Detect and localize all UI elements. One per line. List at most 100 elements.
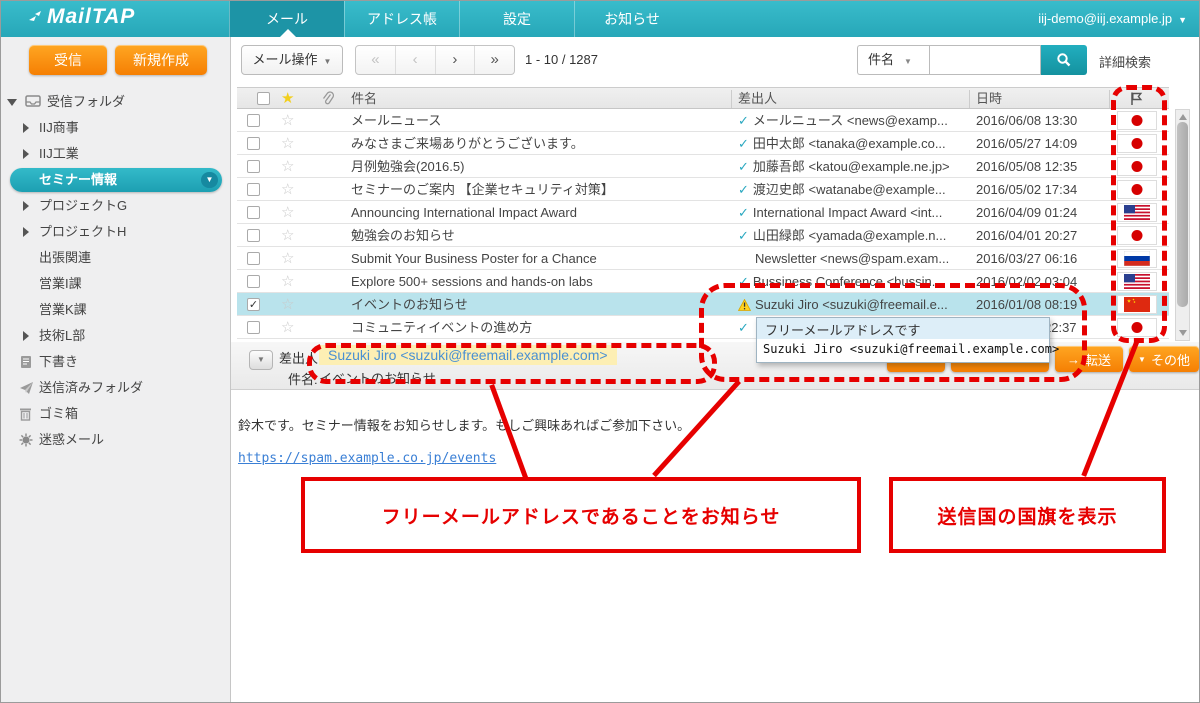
trash-icon (19, 407, 32, 421)
row-checkbox[interactable] (247, 206, 260, 219)
mail-row[interactable]: Announcing International Impact Award In… (237, 201, 1169, 224)
row-checkbox[interactable] (247, 114, 260, 127)
mail-row[interactable]: メールニュース メールニュース <news@examp... 2016/06/0… (237, 109, 1169, 132)
sidebar-item-project-g[interactable]: プロジェクトG (1, 193, 231, 219)
search-field-select[interactable]: 件名▼ (857, 45, 929, 75)
row-checkbox[interactable] (247, 275, 260, 288)
receive-button[interactable]: 受信 (29, 45, 107, 75)
collapse-triangle-icon[interactable] (23, 331, 29, 341)
star-column-header[interactable]: ★ (281, 88, 294, 109)
expand-triangle-icon[interactable] (7, 99, 17, 106)
sidebar-item-trash[interactable]: ゴミ箱 (1, 401, 231, 427)
annotation-dashed-box-tooltip (699, 283, 1087, 382)
sidebar-item-sent[interactable]: 送信済みフォルダ (1, 375, 231, 401)
folder-label: セミナー情報 (39, 172, 117, 187)
tab-addressbook[interactable]: アドレス帳 (344, 1, 459, 37)
list-scrollbar[interactable] (1175, 109, 1190, 341)
sidebar-item-gijutsu-l[interactable]: 技術L部 (1, 323, 231, 349)
mail-operations-button[interactable]: メール操作▼ (241, 45, 343, 75)
chevron-down-icon: ▼ (1178, 15, 1187, 25)
row-checkbox-checked[interactable]: ✓ (247, 298, 260, 311)
mail-operations-label: メール操作 (253, 52, 318, 67)
folder-label: 営業K課 (39, 302, 87, 317)
row-star[interactable] (281, 272, 294, 290)
mail-sender: 山田緑郎 <yamada@example.n... (738, 224, 972, 247)
row-checkbox[interactable] (247, 229, 260, 242)
row-star[interactable] (281, 111, 294, 129)
account-menu[interactable]: iij-demo@iij.example.jp▼ (1038, 1, 1187, 37)
paper-plane-icon (19, 381, 34, 395)
last-page-button[interactable]: » (475, 46, 514, 74)
forward-label: 転送 (1085, 350, 1111, 369)
sidebar-item-eigyou-k[interactable]: 営業K課 (1, 297, 231, 323)
sidebar-item-iij-kougyou[interactable]: IIJ工業 (1, 141, 231, 167)
mail-row[interactable]: 勉強会のお知らせ 山田緑郎 <yamada@example.n... 2016/… (237, 224, 1169, 247)
row-checkbox[interactable] (247, 183, 260, 196)
search-input[interactable] (929, 45, 1041, 75)
sidebar-item-spam[interactable]: 迷惑メール (1, 427, 231, 453)
collapse-triangle-icon[interactable] (23, 123, 29, 133)
row-checkbox[interactable] (247, 321, 260, 334)
prev-page-button[interactable]: ‹ (396, 46, 436, 74)
mail-sender: メールニュース <news@examp... (738, 109, 972, 132)
mail-row[interactable]: セミナーのご案内 【企業セキュリティ対策】 渡辺史郎 <watanabe@exa… (237, 178, 1169, 201)
mail-subject: イベントのお知らせ (351, 293, 729, 316)
read-check-icon (738, 136, 753, 151)
collapse-triangle-icon[interactable] (23, 201, 29, 211)
sender-text: Newsletter <news@spam.exam... (755, 251, 949, 266)
mail-row[interactable]: Submit Your Business Poster for a Chance… (237, 247, 1169, 270)
read-check-icon (738, 205, 753, 220)
top-header: MailTAP メール アドレス帳 設定 お知らせ iij-demo@iij.e… (1, 1, 1200, 37)
sidebar-item-drafts[interactable]: 下書き (1, 349, 231, 375)
row-star[interactable] (281, 295, 294, 313)
sidebar-item-shucchou[interactable]: 出張関連 (1, 245, 231, 271)
sidebar-item-project-h[interactable]: プロジェクトH (1, 219, 231, 245)
sender-text: 加藤吾郎 <katou@example.ne.jp> (753, 159, 950, 174)
mail-row[interactable]: 月例勉強会(2016.5) 加藤吾郎 <katou@example.ne.jp>… (237, 155, 1169, 178)
folder-menu-arrow-icon[interactable]: ▼ (201, 172, 218, 188)
sender-column-header[interactable]: 差出人 (738, 88, 777, 109)
scrollbar-thumb[interactable] (1177, 122, 1188, 307)
row-star[interactable] (281, 203, 294, 221)
other-actions-button[interactable]: ▼その他 (1129, 346, 1199, 372)
subject-column-header[interactable]: 件名 (351, 88, 377, 109)
row-star[interactable] (281, 226, 294, 244)
list-header: ★ 件名 差出人 日時 (237, 87, 1169, 109)
row-star[interactable] (281, 318, 294, 336)
row-star[interactable] (281, 134, 294, 152)
annotation-callout-flags: 送信国の国旗を表示 (889, 477, 1166, 553)
sidebar-item-iij-shouji[interactable]: IIJ商事 (1, 115, 231, 141)
row-checkbox[interactable] (247, 252, 260, 265)
tab-settings[interactable]: 設定 (459, 1, 574, 37)
first-page-button[interactable]: « (356, 46, 396, 74)
read-check-icon (738, 182, 753, 197)
row-checkbox[interactable] (247, 160, 260, 173)
compose-button[interactable]: 新規作成 (115, 45, 207, 75)
mail-subject: 勉強会のお知らせ (351, 224, 729, 247)
app-logo: MailTAP (27, 5, 135, 29)
sidebar-item-seminar-info-selected[interactable]: セミナー情報 ▼ (10, 168, 222, 192)
scroll-up-icon[interactable] (1179, 114, 1187, 120)
tab-news[interactable]: お知らせ (574, 1, 689, 37)
mail-subject: Submit Your Business Poster for a Chance (351, 247, 729, 270)
sidebar-item-eigyou-i[interactable]: 営業I課 (1, 271, 231, 297)
search-button[interactable] (1041, 45, 1087, 75)
select-all-checkbox[interactable] (257, 92, 270, 105)
folder-label: 下書き (39, 354, 78, 369)
advanced-search-link[interactable]: 詳細検索 (1099, 52, 1151, 71)
collapse-preview-button[interactable]: ▼ (249, 350, 273, 370)
collapse-triangle-icon[interactable] (23, 227, 29, 237)
folder-tree: 受信フォルダ IIJ商事 IIJ工業 セミナー情報 ▼ プロジェクトG プロジェク… (1, 89, 231, 453)
row-checkbox[interactable] (247, 137, 260, 150)
row-star[interactable] (281, 180, 294, 198)
date-column-header[interactable]: 日時 (976, 88, 1002, 109)
scroll-down-icon[interactable] (1179, 330, 1187, 336)
sidebar-item-inbox-folder[interactable]: 受信フォルダ (1, 89, 231, 115)
mail-body-link[interactable]: https://spam.example.co.jp/events (238, 451, 496, 466)
row-star[interactable] (281, 157, 294, 175)
next-page-button[interactable]: › (436, 46, 476, 74)
mail-row[interactable]: みなさまご来場ありがとうございます。 田中太郎 <tanaka@example.… (237, 132, 1169, 155)
other-label: その他 (1151, 350, 1190, 369)
collapse-triangle-icon[interactable] (23, 149, 29, 159)
row-star[interactable] (281, 249, 294, 267)
